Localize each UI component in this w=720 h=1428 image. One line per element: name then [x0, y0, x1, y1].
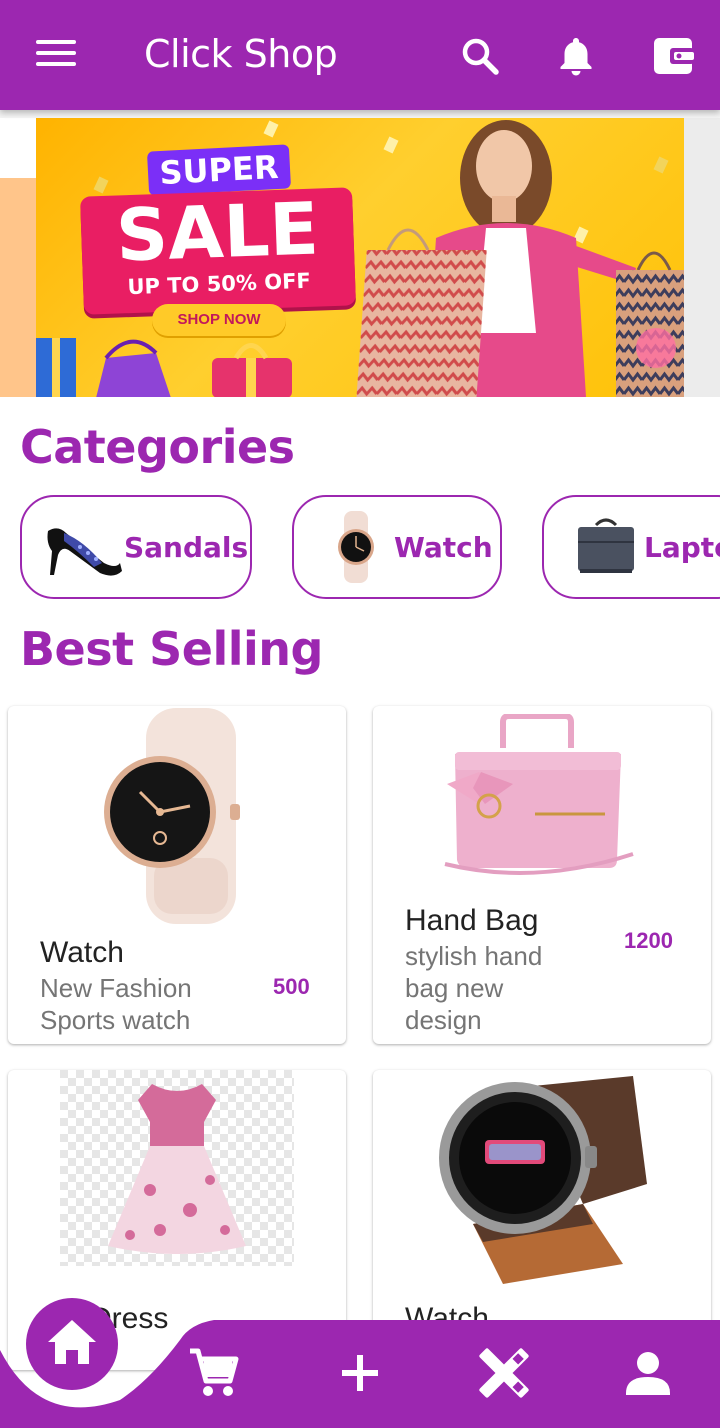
product-price: 500 — [273, 974, 310, 999]
banner-sale-text: SALE — [114, 186, 321, 278]
product-watch-image — [104, 708, 240, 924]
wallet-icon[interactable] — [652, 34, 696, 78]
home-nav-button[interactable] — [26, 1298, 118, 1390]
banner-sale-badge: SALE UP TO 50% OFF — [80, 186, 356, 315]
product-description-line: design — [405, 1005, 482, 1035]
product-card[interactable]: Hand Bag stylish hand bag new design 120… — [373, 706, 711, 1044]
promo-banner-carousel[interactable]: SUPER SALE UP TO 50% OFF SHOP NOW — [0, 110, 720, 397]
product-name: Watch — [40, 936, 124, 969]
product-description-line: bag new — [405, 973, 504, 1003]
tools-icon[interactable] — [476, 1345, 532, 1401]
category-chip-sandals[interactable]: Sandals — [20, 495, 252, 599]
shopper-illustration — [356, 120, 684, 397]
category-label: Watch — [394, 531, 493, 564]
categories-heading: Categories — [20, 420, 295, 474]
product-description-line: Sports watch — [40, 1005, 191, 1035]
app-title: Click Shop — [144, 32, 338, 76]
banner-next-peek — [684, 118, 720, 397]
cart-icon[interactable] — [186, 1345, 242, 1401]
product-price: 1200 — [624, 928, 673, 953]
product-dress-image — [60, 1070, 294, 1266]
promo-banner[interactable]: SUPER SALE UP TO 50% OFF SHOP NOW — [36, 118, 684, 397]
category-label: Lapto — [644, 531, 720, 564]
bell-icon[interactable] — [554, 34, 598, 78]
product-handbag-image — [444, 714, 634, 875]
add-icon[interactable] — [332, 1345, 388, 1401]
home-icon — [48, 1320, 96, 1364]
category-chip-watch[interactable]: Watch — [292, 495, 502, 599]
category-label: Sandals — [124, 531, 249, 564]
watch-image — [338, 511, 374, 583]
product-card[interactable]: Watch New Fashion Sports watch 500 — [8, 706, 346, 1044]
laptop-bag-image — [578, 518, 634, 573]
banner-prev-peek — [0, 118, 36, 397]
category-chip-laptop[interactable]: Lapto — [542, 495, 720, 599]
product-description-line: New Fashion — [40, 973, 192, 1003]
gift-boxes-illustration — [36, 338, 292, 397]
sandal-image — [47, 528, 122, 576]
profile-icon[interactable] — [620, 1345, 676, 1401]
best-selling-heading: Best Selling — [20, 622, 323, 676]
product-name: Hand Bag — [405, 904, 539, 937]
product-description-line: stylish hand — [405, 941, 543, 971]
product-smartwatch-image — [439, 1076, 647, 1284]
menu-icon[interactable] — [36, 40, 76, 70]
search-icon[interactable] — [458, 34, 502, 78]
app-bar: Click Shop — [0, 0, 720, 110]
